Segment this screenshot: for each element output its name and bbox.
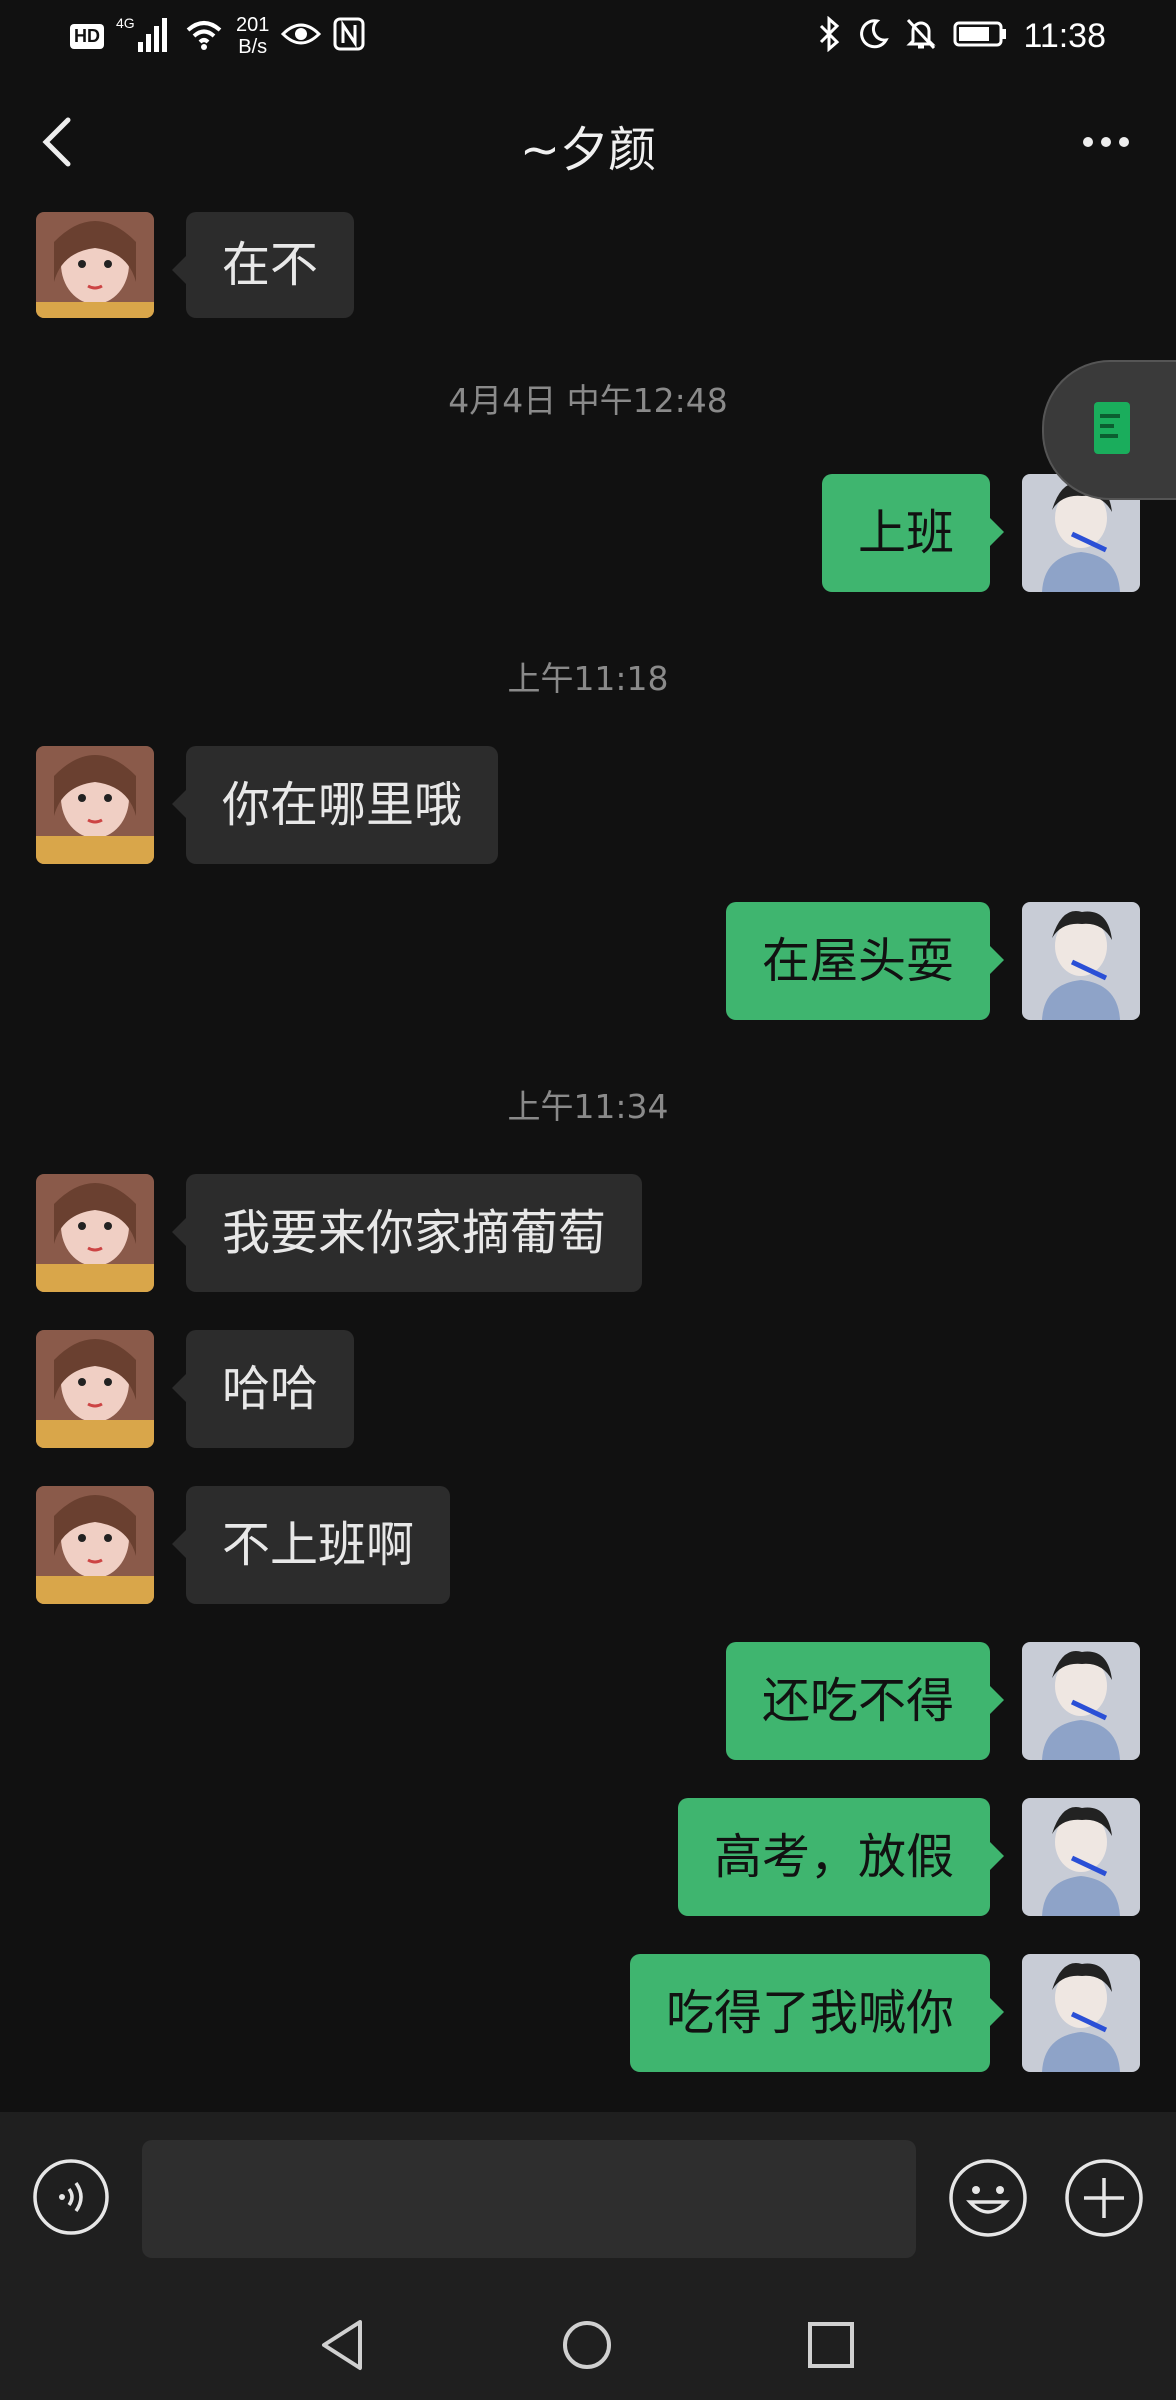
input-bar <box>0 2112 1176 2288</box>
bluetooth-icon <box>817 15 841 56</box>
message-bubble-out[interactable]: 高考，放假 <box>677 1798 1005 1916</box>
status-left: HD 4G 201 B/s <box>70 10 365 62</box>
signal-4g-icon: 4G <box>116 14 172 58</box>
emoji-icon <box>949 2159 1027 2237</box>
message-timestamp: 上午11:18 <box>507 659 669 698</box>
contact-avatar[interactable] <box>36 1486 154 1604</box>
contact-avatar[interactable] <box>36 1174 154 1292</box>
floating-note-tab[interactable] <box>1042 360 1176 500</box>
network-speed: 201 B/s <box>236 14 270 58</box>
message-input[interactable] <box>142 2140 916 2258</box>
system-recents-button[interactable] <box>796 2310 866 2380</box>
contact-avatar[interactable] <box>36 1330 154 1448</box>
message-bubble-in[interactable]: 哈哈 <box>171 1330 355 1448</box>
square-recents-icon <box>808 2322 854 2368</box>
message-bubble-out[interactable]: 还吃不得 <box>725 1642 1005 1760</box>
triangle-back-icon <box>322 2320 362 2370</box>
bell-off-icon <box>905 17 937 55</box>
system-home-button[interactable] <box>552 2310 622 2380</box>
hd-icon: HD <box>70 23 104 49</box>
my-avatar[interactable] <box>1022 902 1140 1020</box>
my-avatar[interactable] <box>1022 1642 1140 1760</box>
voice-icon <box>33 2159 109 2235</box>
contact-avatar[interactable] <box>36 212 154 318</box>
chat-header: ~夕颜 <box>0 72 1176 212</box>
message-list[interactable]: 在不 4月4日 中午12:48 上班 上午11:18 你在哪里哦 在屋头耍 上午… <box>0 212 1176 2112</box>
system-navigation-bar <box>0 2288 1176 2400</box>
status-right: 11:38 <box>817 10 1106 62</box>
more-functions-button[interactable] <box>1064 2158 1144 2238</box>
system-back-button[interactable] <box>310 2310 380 2380</box>
plus-icon <box>1065 2159 1143 2237</box>
message-bubble-in[interactable]: 在不 <box>171 212 355 318</box>
contact-avatar[interactable] <box>36 746 154 864</box>
my-avatar[interactable] <box>1022 1798 1140 1916</box>
status-bar: HD 4G 201 B/s 11:38 <box>0 0 1176 72</box>
emoji-button[interactable] <box>948 2158 1028 2238</box>
svg-text:4G: 4G <box>116 15 135 31</box>
message-bubble-in[interactable]: 我要来你家摘葡萄 <box>171 1174 643 1292</box>
more-dots-icon <box>1083 137 1129 147</box>
more-button[interactable] <box>1066 112 1146 172</box>
eye-icon <box>281 20 322 52</box>
note-icon <box>1094 402 1130 454</box>
message-bubble-out[interactable]: 在屋头耍 <box>725 902 1005 1020</box>
message-bubble-in[interactable]: 不上班啊 <box>171 1486 451 1604</box>
message-timestamp: 4月4日 中午12:48 <box>448 381 728 420</box>
message-bubble-out[interactable]: 上班 <box>821 474 1005 592</box>
chat-title: ~夕颜 <box>519 122 657 178</box>
battery-icon <box>953 20 1007 52</box>
my-avatar[interactable] <box>1022 1954 1140 2072</box>
message-timestamp: 上午11:34 <box>507 1087 669 1126</box>
nfc-icon <box>333 17 365 55</box>
moon-icon <box>857 18 890 54</box>
message-bubble-out[interactable]: 吃得了我喊你 <box>629 1954 1005 2072</box>
message-bubble-in[interactable]: 你在哪里哦 <box>171 746 499 864</box>
circle-home-icon <box>563 2321 611 2369</box>
wifi-icon <box>184 16 224 56</box>
clock: 11:38 <box>1023 16 1106 55</box>
voice-button[interactable] <box>32 2158 110 2236</box>
